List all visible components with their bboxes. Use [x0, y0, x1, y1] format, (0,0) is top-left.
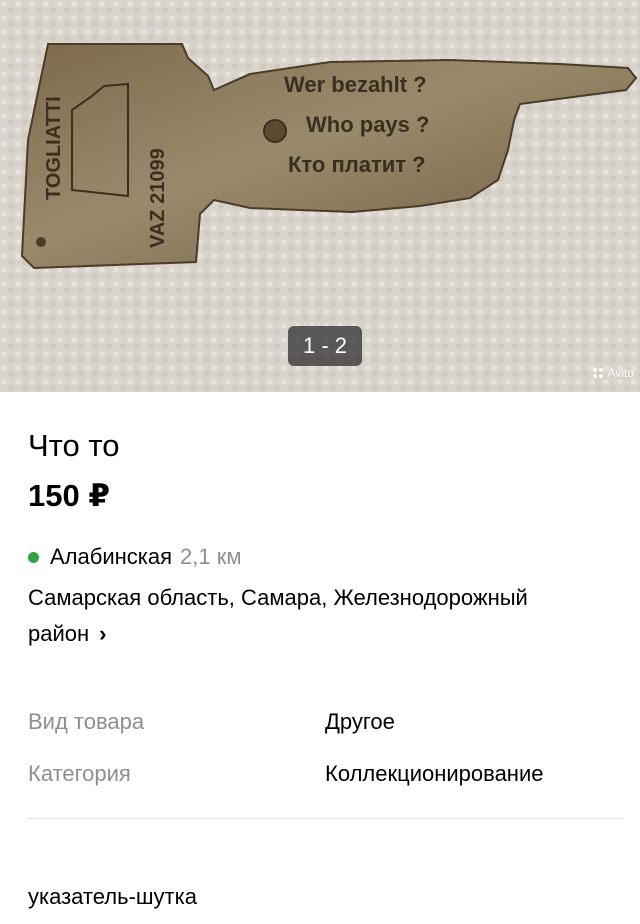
- param-value: Коллекционирование: [325, 761, 544, 786]
- param-row: Категория Коллекционирование: [28, 748, 628, 800]
- param-key: Вид товара: [28, 709, 145, 734]
- item-params: Вид товара Другое Категория Коллекционир…: [28, 696, 628, 800]
- photo-text-3: Кто платит ?: [288, 152, 426, 177]
- address-line-1: Самарская область, Самара, Железнодорожн…: [28, 585, 528, 610]
- listing-title: Что то: [28, 428, 120, 463]
- photo-text-4: TOGLIATTI: [43, 96, 65, 200]
- metro-station: Алабинская 2,1 км: [28, 544, 242, 570]
- param-key: Категория: [28, 761, 131, 786]
- param-value: Другое: [325, 709, 395, 734]
- chevron-right-icon: ›: [99, 621, 107, 646]
- photo-gallery[interactable]: Wer bezahlt ? Who pays ? Кто платит ? TO…: [0, 0, 640, 392]
- listing-description: указатель-шутка: [28, 884, 197, 909]
- photo-counter: 1 - 2: [288, 326, 362, 366]
- metro-distance: 2,1 км: [180, 544, 242, 569]
- photo-text-5: VAZ 21099: [147, 148, 169, 248]
- param-row: Вид товара Другое: [28, 696, 628, 748]
- section-divider: [28, 818, 624, 819]
- photo-text-2: Who pays ?: [306, 112, 429, 137]
- avito-watermark: Avito: [592, 366, 634, 380]
- address-link[interactable]: Самарская область, Самара, Железнодорожн…: [28, 580, 628, 652]
- watermark-text: Avito: [607, 366, 634, 380]
- address-line-2: район: [28, 621, 90, 646]
- photo-text-1: Wer bezahlt ?: [284, 72, 427, 97]
- metro-station-name: Алабинская: [50, 544, 173, 569]
- avito-logo-icon: [592, 368, 605, 378]
- listing-price: 150 ₽: [28, 478, 110, 513]
- metro-line-dot-icon: [28, 551, 39, 563]
